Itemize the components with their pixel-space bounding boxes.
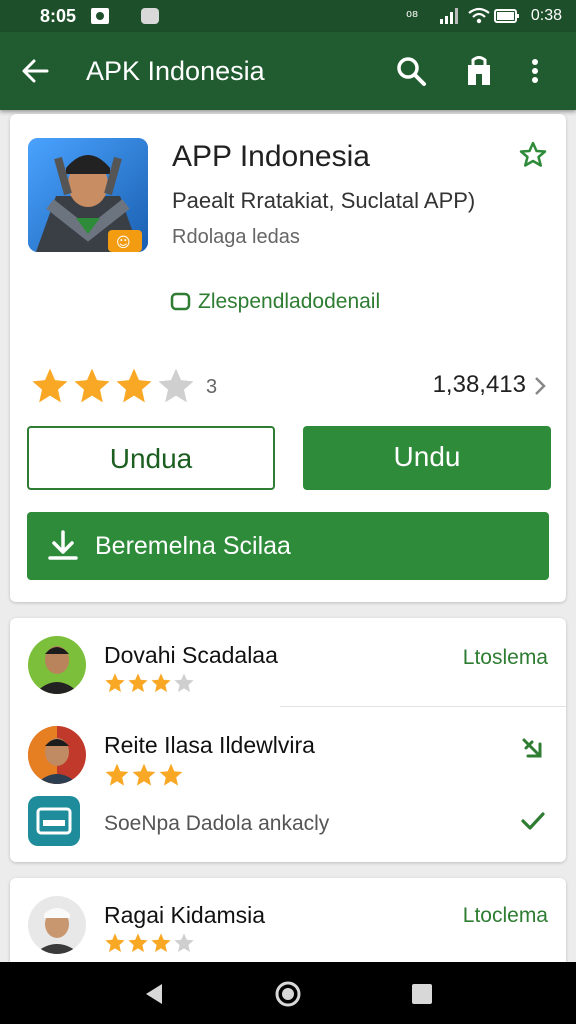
more-options-icon[interactable] bbox=[526, 54, 544, 88]
download-count[interactable]: 1,38,413 bbox=[433, 371, 526, 399]
home-nav-icon[interactable] bbox=[274, 980, 302, 1008]
app-info-link-label: Zlespendladodenail bbox=[198, 290, 381, 313]
avatar bbox=[28, 726, 86, 784]
chevron-right-icon[interactable] bbox=[530, 373, 550, 399]
star-filled-icon bbox=[159, 763, 183, 786]
app-category: Rdolaga ledas bbox=[172, 226, 300, 248]
app-bar-title: APK Indonesia bbox=[86, 56, 265, 86]
chat-icon bbox=[170, 292, 191, 311]
star-filled-icon bbox=[151, 673, 171, 692]
star-filled-icon bbox=[128, 933, 148, 952]
navigation-bar bbox=[0, 962, 576, 1024]
reviewer-name: Ragai Kidamsia bbox=[104, 902, 266, 928]
avatar bbox=[28, 896, 86, 954]
reviews-card: Dovahi Scadalaa Ltoslema Reite Ilasa Ild… bbox=[10, 618, 566, 862]
app-title: APP Indonesia bbox=[172, 140, 370, 173]
svg-text:⁰⁸: ⁰⁸ bbox=[406, 8, 418, 25]
notification-icon bbox=[91, 8, 109, 24]
reply-icon[interactable] bbox=[520, 734, 546, 760]
wifi-icon bbox=[468, 7, 490, 24]
review-stars bbox=[104, 672, 196, 699]
app-info-link[interactable]: Zlespendladodenail bbox=[170, 290, 380, 314]
star-filled-icon bbox=[74, 368, 110, 403]
star-empty-icon bbox=[174, 673, 194, 692]
review-stars bbox=[104, 762, 185, 793]
rating-count: 3 bbox=[206, 376, 218, 398]
svg-text:☺: ☺ bbox=[116, 235, 131, 251]
status-clock: 0:38 bbox=[530, 7, 562, 24]
signal-icon bbox=[440, 8, 458, 24]
download-button[interactable]: Beremelna Scilaa bbox=[27, 512, 549, 580]
star-filled-icon bbox=[105, 763, 129, 786]
star-filled-icon bbox=[116, 368, 152, 403]
search-icon[interactable] bbox=[394, 54, 428, 88]
install-button[interactable]: Undu bbox=[303, 426, 551, 490]
review-action-link[interactable]: Ltoslema bbox=[463, 646, 548, 670]
review-summary: SoeNpa Dadola ankacly bbox=[104, 812, 330, 835]
app-rating-stars bbox=[30, 366, 198, 411]
star-filled-icon bbox=[105, 673, 125, 692]
app-bar: APK Indonesia bbox=[0, 32, 576, 110]
uninstall-button[interactable]: Undua bbox=[27, 426, 275, 490]
avatar bbox=[28, 636, 86, 694]
star-filled-icon bbox=[32, 368, 68, 403]
back-arrow-icon[interactable] bbox=[20, 56, 50, 86]
review-row[interactable]: SoeNpa Dadola ankacly bbox=[10, 794, 566, 874]
app-detail-card: ☺ APP Indonesia Paealt Rratakiat, Suclat… bbox=[10, 114, 566, 602]
star-filled-icon bbox=[132, 763, 156, 786]
battery-icon bbox=[494, 9, 519, 23]
star-filled-icon bbox=[105, 933, 125, 952]
download-button-label: Beremelna Scilaa bbox=[95, 532, 291, 560]
store-icon[interactable] bbox=[462, 54, 496, 88]
back-nav-icon[interactable] bbox=[140, 980, 168, 1008]
star-empty-icon bbox=[158, 368, 194, 403]
recents-nav-icon[interactable] bbox=[408, 980, 436, 1008]
star-filled-icon bbox=[151, 933, 171, 952]
divider bbox=[280, 706, 566, 707]
checkmark-icon[interactable] bbox=[520, 808, 546, 834]
star-filled-icon bbox=[128, 673, 148, 692]
app-notification-icon bbox=[141, 8, 159, 24]
app-badge-icon bbox=[28, 796, 80, 846]
reviewer-name: Reite Ilasa Ildewlvira bbox=[104, 732, 315, 758]
app-icon: ☺ bbox=[28, 138, 148, 252]
reviewer-name: Dovahi Scadalaa bbox=[104, 642, 278, 668]
review-row[interactable]: Dovahi Scadalaa Ltoslema bbox=[10, 628, 566, 708]
star-outline-icon[interactable] bbox=[518, 140, 548, 170]
app-developer: Paealt Rratakiat, Suclatal APP) bbox=[172, 188, 476, 213]
status-bar: 8:05 ⁰⁸ 0:38 bbox=[0, 0, 576, 32]
download-icon bbox=[48, 530, 78, 560]
status-time: 8:05 bbox=[40, 6, 77, 26]
vibrate-icon: ⁰⁸ bbox=[406, 8, 418, 25]
review-card: Ragai Kidamsia Ltoclema bbox=[10, 878, 566, 968]
review-row[interactable]: Reite Ilasa Ildewlvira bbox=[10, 718, 566, 798]
review-row[interactable]: Ragai Kidamsia Ltoclema bbox=[10, 888, 566, 968]
review-action-link[interactable]: Ltoclema bbox=[463, 904, 548, 928]
review-stars bbox=[104, 932, 196, 959]
star-empty-icon bbox=[174, 933, 194, 952]
